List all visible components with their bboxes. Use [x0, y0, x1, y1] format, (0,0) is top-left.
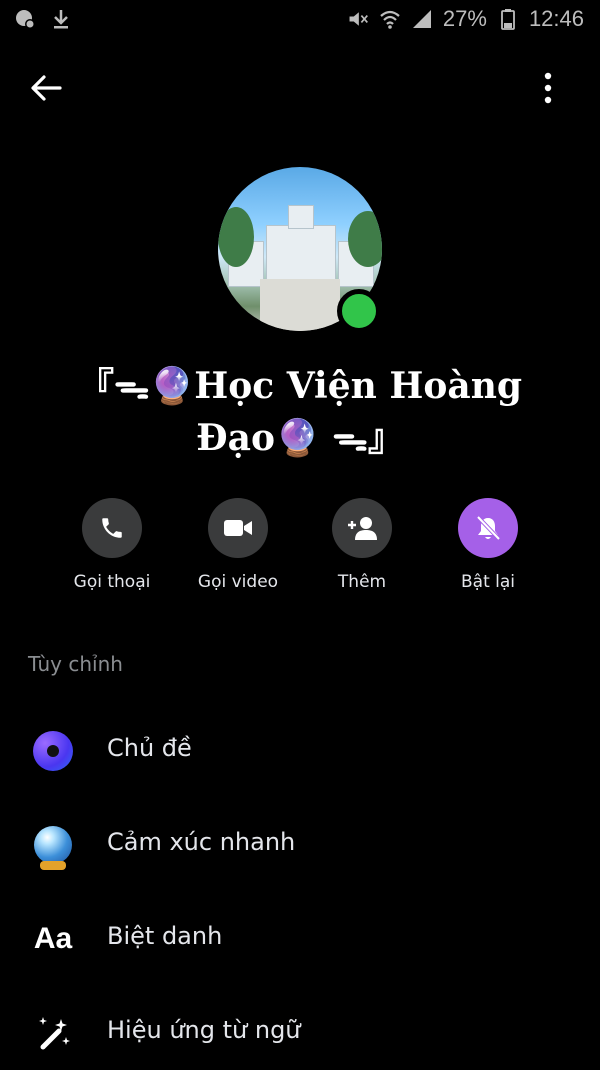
menu-item-quick-reaction[interactable]: Cảm xúc nhanh — [0, 802, 600, 882]
title-line-1: 『ᯓ🔮Học Viện Hoàng — [77, 365, 523, 407]
customize-section-title: Tùy chỉnh — [28, 652, 123, 676]
voice-call-label: Gọi thoại — [73, 572, 151, 592]
wifi-icon — [379, 8, 401, 30]
menu-item-nicknames-label: Biệt danh — [107, 922, 223, 950]
title-line-2: Đạo🔮 ᯓ』 — [196, 417, 404, 459]
menu-item-word-effects-label: Hiệu ứng từ ngữ — [107, 1016, 301, 1044]
action-buttons: Gọi thoại Gọi video Thêm Bật lại — [0, 498, 600, 598]
back-arrow-icon — [31, 75, 62, 101]
more-options-button[interactable] — [536, 68, 560, 108]
voice-call-circle[interactable] — [82, 498, 142, 558]
signal-icon — [411, 8, 433, 30]
add-member-circle[interactable] — [332, 498, 392, 558]
phone-icon — [102, 518, 122, 538]
battery-percentage: 27% — [442, 6, 487, 31]
battery-icon — [497, 8, 519, 30]
download-icon — [50, 8, 72, 30]
back-button[interactable] — [26, 68, 66, 108]
menu-item-nicknames[interactable]: Aa Biệt danh — [0, 896, 600, 976]
avatar-tree-right — [348, 211, 382, 267]
nickname-aa-text: Aa — [33, 922, 73, 955]
unmute-circle[interactable] — [458, 498, 518, 558]
menu-item-word-effects[interactable]: Hiệu ứng từ ngữ — [0, 990, 600, 1070]
unmute-button[interactable]: Bật lại — [418, 498, 558, 592]
more-vertical-icon — [544, 72, 552, 104]
conversation-title: 『ᯓ🔮Học Viện Hoàng Đạo🔮 ᯓ』 — [0, 360, 600, 464]
messenger-notification-icon — [14, 8, 36, 30]
nickname-aa-icon: Aa — [30, 916, 76, 962]
clock: 12:46 — [528, 6, 584, 31]
video-call-button[interactable]: Gọi video — [168, 498, 308, 592]
crystal-ball-emoji-icon — [30, 822, 76, 870]
mute-icon — [347, 8, 369, 30]
video-icon — [224, 520, 252, 536]
avatar-building — [266, 225, 336, 283]
add-person-icon — [348, 517, 377, 540]
bell-off-icon — [476, 515, 501, 541]
magic-wand-icon — [30, 1010, 76, 1056]
menu-item-theme[interactable]: Chủ đề — [0, 708, 600, 788]
add-member-label: Thêm — [337, 572, 387, 592]
menu-item-quick-reaction-label: Cảm xúc nhanh — [107, 828, 296, 856]
video-call-label: Gọi video — [197, 572, 279, 592]
video-call-circle[interactable] — [208, 498, 268, 558]
add-member-button[interactable]: Thêm — [292, 498, 432, 592]
theme-icon — [30, 728, 76, 774]
avatar-tree-left — [218, 207, 254, 267]
unmute-label: Bật lại — [460, 572, 515, 592]
avatar-tower — [288, 205, 314, 229]
avatar-courtyard — [260, 279, 340, 331]
menu-item-theme-label: Chủ đề — [107, 734, 192, 762]
voice-call-button[interactable]: Gọi thoại — [42, 498, 182, 592]
status-bar: 27% 12:46 — [0, 0, 600, 40]
online-status-dot — [337, 289, 381, 333]
